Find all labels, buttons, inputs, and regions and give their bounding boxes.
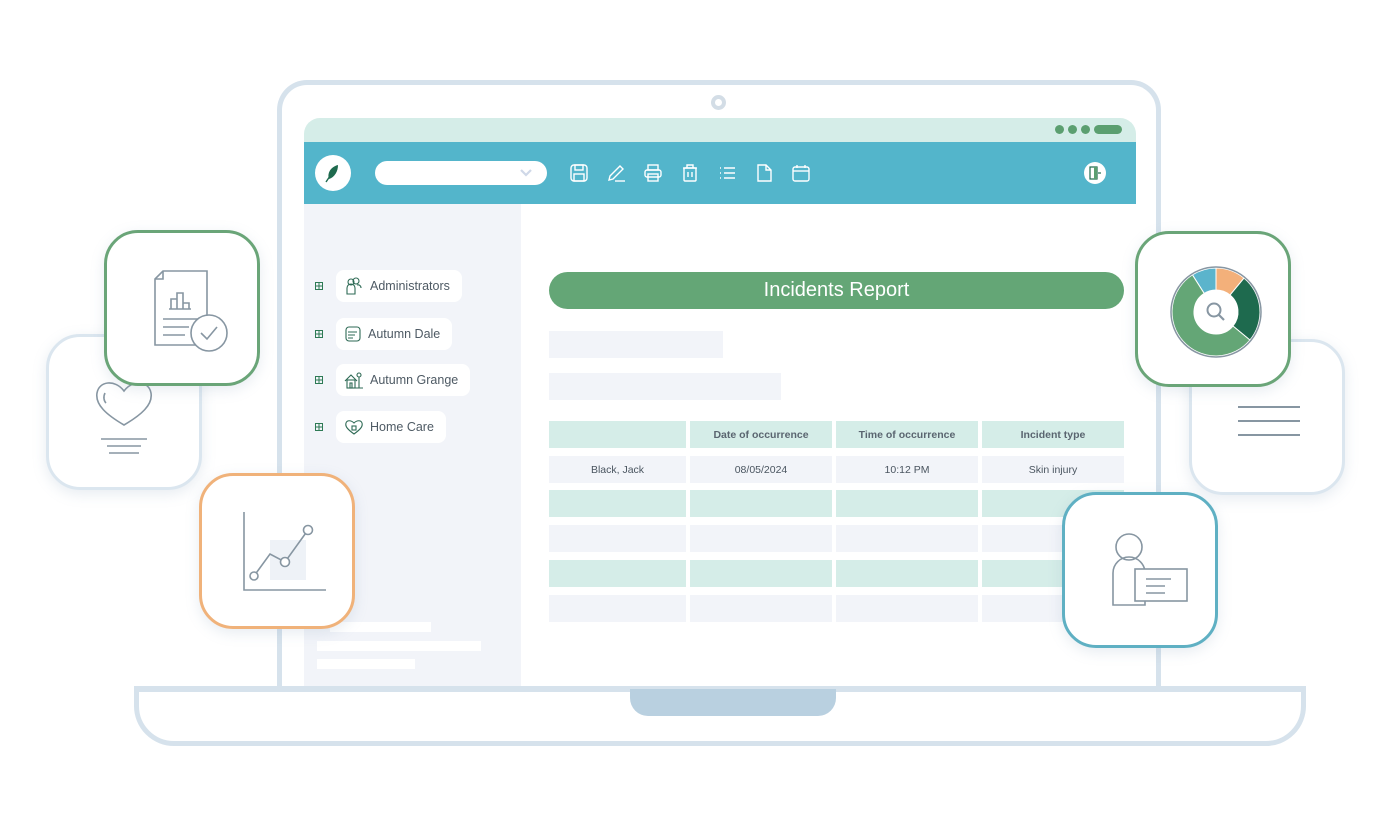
window-dot[interactable] (1068, 125, 1077, 134)
print-icon (644, 164, 662, 182)
table-cell[interactable]: Black, Jack (549, 456, 686, 483)
table-cell[interactable]: 10:12 PM (836, 456, 978, 483)
expand-icon[interactable] (314, 281, 324, 291)
delete-button[interactable] (679, 162, 701, 184)
window-pill[interactable] (1094, 125, 1122, 134)
report-check-card (104, 230, 260, 386)
laptop-notch (630, 689, 836, 716)
table-header-cell[interactable] (549, 421, 686, 448)
heart-home-icon (345, 420, 363, 435)
exit-door-icon (1089, 166, 1101, 180)
sidebar-chip[interactable]: Home Care (336, 411, 446, 443)
window-titlebar (304, 118, 1136, 142)
sidebar-item-home-care[interactable]: Home Care (314, 411, 446, 443)
expand-icon[interactable] (314, 422, 324, 432)
table-cell[interactable] (836, 490, 978, 517)
sidebar-chip[interactable]: Autumn Dale (336, 318, 453, 350)
table-cell[interactable]: Skin injury (982, 456, 1124, 483)
toolbar (304, 142, 1136, 204)
line-chart-card (199, 473, 355, 629)
table-cell[interactable] (836, 560, 978, 587)
table-cell[interactable] (836, 525, 978, 552)
sidebar-item-label: Autumn Grange (370, 373, 459, 387)
facility-select[interactable] (375, 161, 547, 185)
save-icon (570, 164, 588, 182)
sidebar-item-autumn-dale[interactable]: Autumn Dale (314, 318, 453, 350)
table-cell[interactable] (836, 595, 978, 622)
table-cell[interactable] (690, 560, 832, 587)
document-button[interactable] (753, 162, 775, 184)
search-icon (1206, 302, 1225, 321)
expand-icon[interactable] (314, 375, 324, 385)
calendar-button[interactable] (790, 162, 812, 184)
report-check-icon (154, 270, 228, 352)
building-icon (345, 326, 361, 342)
filter-field[interactable] (549, 331, 723, 358)
app-logo[interactable] (315, 155, 351, 191)
line-chart-icon (243, 512, 326, 591)
exit-button[interactable] (1084, 162, 1106, 184)
edit-icon (608, 165, 625, 182)
delete-icon (683, 164, 697, 182)
leaf-icon (325, 165, 338, 183)
sidebar-chip[interactable]: Autumn Grange (336, 364, 471, 396)
donut-search-icon (1170, 266, 1262, 358)
table-cell[interactable] (690, 490, 832, 517)
list-icon (720, 167, 735, 179)
toolbar-icons (568, 162, 812, 184)
table-cell[interactable] (690, 525, 832, 552)
sidebar-item-label: Administrators (370, 279, 450, 293)
window-dot[interactable] (1081, 125, 1090, 134)
people-icon (346, 277, 362, 295)
donut-analytics-card (1135, 231, 1291, 387)
sidebar-item-autumn-grange[interactable]: Autumn Grange (314, 364, 471, 396)
edit-button[interactable] (605, 162, 627, 184)
sidebar-item-label: Autumn Dale (368, 327, 441, 341)
camera-icon (711, 95, 726, 110)
table-header-cell[interactable]: Incident type (982, 421, 1124, 448)
print-button[interactable] (642, 162, 664, 184)
table-cell[interactable] (690, 595, 832, 622)
skeleton-line (330, 622, 431, 632)
list-button[interactable] (716, 162, 738, 184)
user-id-icon (1112, 533, 1188, 606)
table-cell[interactable] (549, 490, 686, 517)
sidebar-chip[interactable]: Administrators (336, 270, 462, 302)
table-cell[interactable] (549, 595, 686, 622)
calendar-icon (792, 165, 810, 182)
table-header-cell[interactable]: Time of occurrence (836, 421, 978, 448)
sidebar-item-label: Home Care (370, 420, 434, 434)
skeleton-line (317, 641, 481, 651)
table-header-cell[interactable]: Date of occurrence (690, 421, 832, 448)
table-cell[interactable]: 08/05/2024 (690, 456, 832, 483)
sidebar-item-administrators[interactable]: Administrators (314, 270, 462, 302)
window-controls (1055, 125, 1122, 134)
lines-icon (1238, 406, 1300, 436)
user-card (1062, 492, 1218, 648)
skeleton-line (317, 659, 415, 669)
report-title: Incidents Report (549, 272, 1124, 309)
document-icon (757, 164, 772, 182)
table-cell[interactable] (549, 525, 686, 552)
expand-icon[interactable] (314, 329, 324, 339)
table-cell[interactable] (549, 560, 686, 587)
filter-field[interactable] (549, 373, 781, 400)
window-dot[interactable] (1055, 125, 1064, 134)
chevron-down-icon (520, 169, 532, 177)
house-icon (344, 372, 363, 389)
save-button[interactable] (568, 162, 590, 184)
